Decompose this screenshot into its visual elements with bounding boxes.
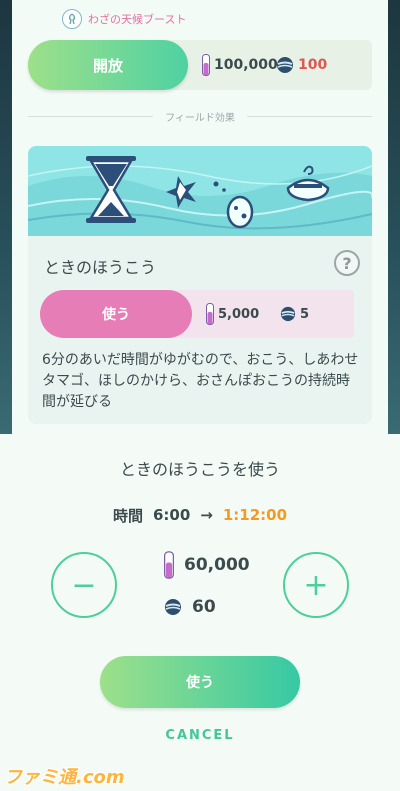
use-confirm-sheet: ときのほうこうを使う 時間 6:00 → 1:12:00 − + 60,000 … — [0, 434, 400, 791]
weather-boost-label: わざの天候ブースト — [88, 13, 187, 26]
total-candy-cost: 60 — [164, 592, 216, 622]
duration-row: 時間 6:00 → 1:12:00 — [0, 504, 400, 526]
background-right — [388, 0, 400, 440]
help-icon[interactable]: ? — [334, 250, 360, 276]
field-effect-card: ときのほうこう ? 使う 5,000 5 6分のあいだ時間がゆがむので、おこう、… — [28, 146, 372, 424]
unlock-row: 開放 100,000 100 — [28, 40, 372, 90]
unlock-stardust-cost: 100,000 — [202, 40, 278, 90]
total-candy-value: 60 — [192, 597, 216, 617]
effect-name: ときのほうこう — [44, 258, 157, 277]
effect-description: 6分のあいだ時間がゆがむので、おこう、しあわせタマゴ、ほしのかけら、おさんぽおこ… — [42, 352, 359, 410]
candy-icon — [277, 57, 293, 73]
stardust-icon — [164, 551, 174, 579]
cancel-button[interactable]: CANCEL — [0, 728, 400, 743]
stardust-icon — [202, 54, 210, 76]
weather-boost-icon — [62, 9, 82, 29]
unlock-candy-value: 100 — [298, 57, 328, 73]
duration-from: 6:00 — [152, 506, 191, 524]
weather-boost-row: わざの天候ブースト — [62, 8, 186, 30]
sheet-title: ときのほうこうを使う — [119, 460, 280, 479]
watermark-logo: ファミ通.com — [4, 767, 125, 788]
effect-stardust-cost: 5,000 — [206, 290, 259, 338]
duration-label: 時間 — [112, 506, 143, 525]
duration-to: 1:12:00 — [222, 506, 288, 524]
effect-banner-image — [28, 146, 372, 236]
unlock-button[interactable]: 開放 — [28, 40, 188, 90]
unlock-candy-cost: 100 — [276, 40, 327, 90]
candy-icon — [280, 306, 296, 322]
increase-button[interactable]: + — [283, 552, 349, 618]
effect-use-button[interactable]: 使う — [40, 290, 192, 338]
decrease-button[interactable]: − — [51, 552, 117, 618]
stardust-icon — [206, 303, 214, 325]
effect-candy-value: 5 — [300, 306, 310, 322]
effect-stardust-value: 5,000 — [218, 306, 260, 322]
section-divider: フィールド効果 — [28, 108, 372, 124]
arrow-icon: → — [200, 506, 213, 524]
lucky-egg-icon — [226, 195, 254, 229]
total-stardust-value: 60,000 — [184, 555, 250, 575]
background-left — [0, 0, 12, 440]
effect-use-row: 使う 5,000 5 — [40, 290, 354, 338]
unlock-stardust-value: 100,000 — [214, 57, 278, 73]
total-stardust-cost: 60,000 — [164, 550, 250, 580]
effect-candy-cost: 5 — [280, 290, 309, 338]
section-label: フィールド効果 — [165, 112, 235, 124]
confirm-use-button[interactable]: 使う — [100, 656, 300, 708]
candy-icon — [165, 599, 181, 615]
